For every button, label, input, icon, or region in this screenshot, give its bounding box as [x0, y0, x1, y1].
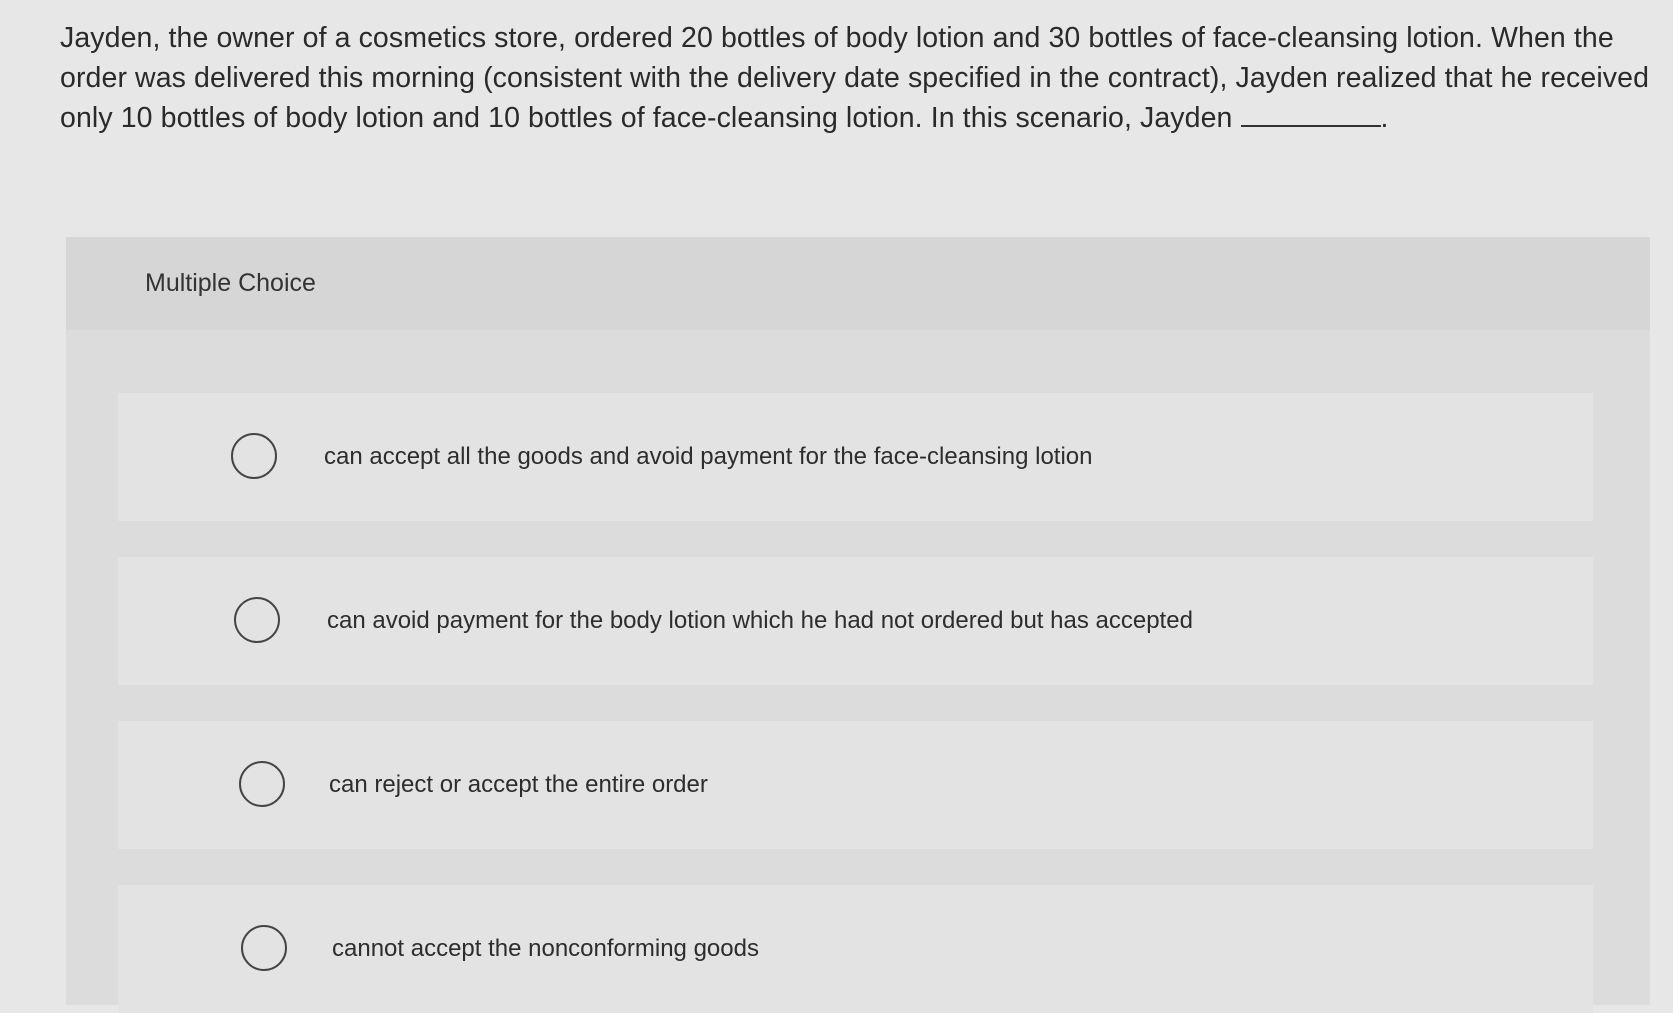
radio-button-1[interactable]	[231, 433, 277, 479]
radio-button-2[interactable]	[234, 597, 280, 643]
choice-label-1: can accept all the goods and avoid payme…	[324, 443, 1093, 470]
choice-label-3: can reject or accept the entire order	[329, 771, 708, 798]
choice-option-3[interactable]: can reject or accept the entire order	[118, 721, 1593, 849]
radio-button-3[interactable]	[239, 761, 285, 807]
choice-label-4: cannot accept the nonconforming goods	[332, 935, 759, 962]
choice-option-2[interactable]: can avoid payment for the body lotion wh…	[118, 557, 1593, 685]
choice-label-2: can avoid payment for the body lotion wh…	[327, 607, 1193, 634]
radio-button-4[interactable]	[241, 925, 287, 971]
choice-option-4[interactable]: cannot accept the nonconforming goods	[118, 885, 1593, 1013]
answer-blank	[1240, 99, 1381, 127]
question-text: Jayden, the owner of a cosmetics store, …	[60, 22, 1650, 134]
multiple-choice-panel: Multiple Choice can accept all the goods…	[66, 237, 1650, 1013]
question-end-punctuation: .	[1380, 102, 1389, 134]
multiple-choice-header: Multiple Choice	[66, 237, 1650, 330]
choice-option-1[interactable]: can accept all the goods and avoid payme…	[118, 393, 1593, 521]
question-text-block: Jayden, the owner of a cosmetics store, …	[60, 18, 1650, 138]
multiple-choice-title: Multiple Choice	[145, 269, 316, 297]
